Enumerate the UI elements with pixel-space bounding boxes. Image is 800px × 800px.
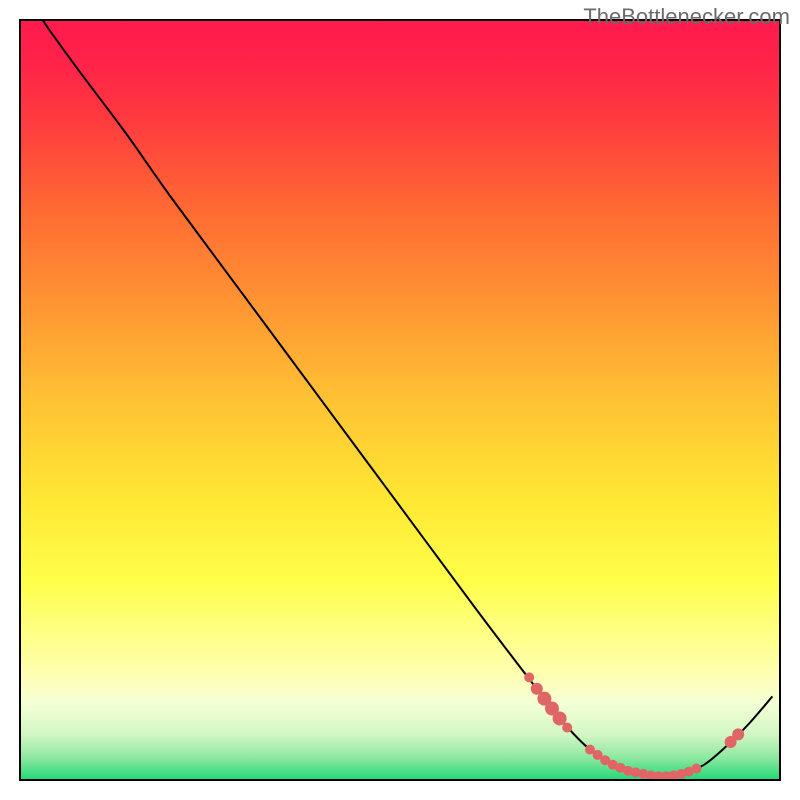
highlight-marker — [562, 723, 572, 733]
highlight-marker — [732, 728, 744, 740]
highlight-marker — [553, 711, 567, 725]
gradient-background — [20, 20, 780, 780]
highlight-marker — [524, 672, 534, 682]
chart-container: TheBottlenecker.com — [0, 0, 800, 800]
watermark-text: TheBottlenecker.com — [583, 4, 790, 30]
highlight-marker — [691, 764, 701, 774]
bottleneck-chart — [0, 0, 800, 800]
